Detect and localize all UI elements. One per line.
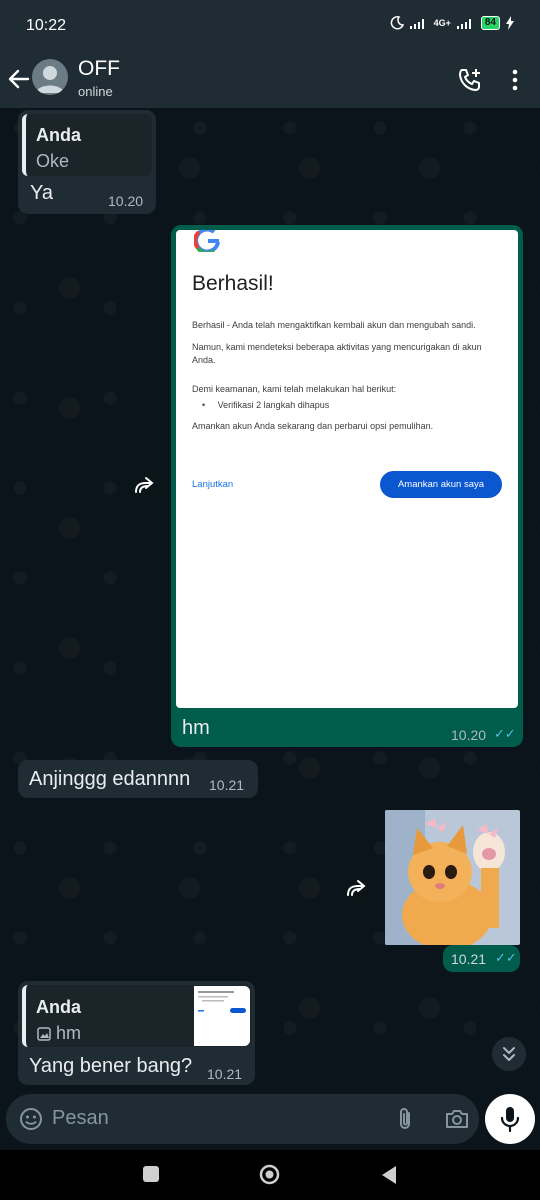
time-badge: 10.21 ✓✓	[443, 945, 520, 972]
screenshot-image[interactable]: Berhasil! Berhasil - Anda telah mengakti…	[176, 230, 518, 708]
moon-icon	[390, 16, 404, 30]
quoted-thumbnail	[194, 986, 250, 1046]
quote-author: Anda	[36, 997, 81, 1017]
home-icon[interactable]	[259, 1164, 280, 1185]
forward-icon	[347, 880, 366, 896]
secure-account-button: Amankan akun saya	[380, 471, 502, 498]
message-bubble-incoming[interactable]: Anda Oke Ya 10.20	[18, 110, 156, 214]
charging-icon	[506, 16, 514, 30]
system-nav-bar	[0, 1150, 540, 1200]
message-bubble-incoming[interactable]: Anjinggg edannnn 10.21	[18, 760, 258, 798]
read-ticks-icon: ✓✓	[494, 726, 516, 741]
screenshot-paragraph: Amankan akun Anda sekarang dan perbarui …	[192, 421, 434, 431]
status-icons: 4G+ 84	[390, 16, 514, 30]
message-text: Yang bener bang?	[29, 1055, 193, 1077]
signal2-icon	[456, 19, 471, 29]
message-time: 10.20	[451, 727, 487, 743]
thumbnail-image	[194, 986, 250, 1046]
add-call-icon[interactable]	[456, 66, 484, 94]
camera-icon[interactable]	[444, 1106, 470, 1132]
avatar[interactable]	[32, 59, 68, 95]
paperclip-icon[interactable]	[394, 1106, 418, 1132]
screenshot-bullet: • Verifikasi 2 langkah dihapus	[202, 399, 514, 412]
recents-button[interactable]	[143, 1166, 159, 1182]
screenshot-title: Berhasil!	[192, 272, 274, 295]
quote-text: Oke	[36, 151, 70, 171]
continue-link: Lanjutkan	[192, 479, 234, 490]
contact-name[interactable]: OFF	[78, 57, 120, 81]
forward-button[interactable]	[340, 873, 374, 907]
more-vert-icon[interactable]	[506, 66, 524, 94]
bullet-text: Verifikasi 2 langkah dihapus	[217, 400, 330, 410]
quoted-message[interactable]: Anda Oke	[22, 114, 152, 176]
screenshot-paragraph: Namun, kami mendeteksi beberapa aktivita…	[192, 342, 482, 365]
forward-icon	[135, 477, 154, 493]
message-caption: hm	[182, 717, 210, 739]
quote-text: hm	[56, 1023, 82, 1043]
message-time: 10.20	[108, 193, 144, 209]
battery-icon: 84	[480, 16, 500, 30]
network-type: 4G+	[433, 18, 451, 28]
nav-back-icon[interactable]	[380, 1165, 397, 1185]
forward-button[interactable]	[128, 470, 162, 504]
screenshot-paragraph: Berhasil - Anda telah mengaktifkan kemba…	[192, 320, 476, 330]
default-avatar-icon	[36, 66, 64, 93]
mic-icon	[500, 1107, 520, 1133]
google-logo-icon	[194, 230, 220, 252]
scroll-to-bottom-button[interactable]	[492, 1037, 526, 1071]
contact-status: online	[78, 84, 113, 99]
message-time: 10.21	[207, 1066, 243, 1082]
message-text: Ya	[30, 182, 53, 204]
kitten-image	[385, 810, 520, 945]
read-ticks-icon: ✓✓	[495, 950, 517, 965]
status-time: 10:22	[26, 17, 67, 34]
double-chevron-down-icon	[503, 1047, 515, 1061]
message-text: Anjinggg edannnn	[29, 768, 191, 790]
message-input[interactable]: Pesan	[52, 1107, 109, 1130]
signal-icon	[409, 19, 424, 29]
message-time: 10.21	[209, 777, 245, 793]
chat-header: OFF online	[0, 52, 540, 108]
quote-author: Anda	[36, 125, 81, 145]
sticker-icon[interactable]	[18, 1106, 44, 1132]
message-composer[interactable]: Pesan	[6, 1094, 479, 1144]
mic-button[interactable]	[485, 1094, 535, 1144]
screenshot-paragraph: Demi keamanan, kami telah melakukan hal …	[192, 384, 397, 394]
photo-icon	[37, 1027, 51, 1041]
message-time: 10.21	[451, 951, 487, 967]
status-bar: 10:22 4G+ 84	[0, 0, 540, 52]
bullet-dot: •	[202, 400, 218, 410]
kitten-photo[interactable]	[385, 810, 520, 945]
arrow-left-icon[interactable]	[6, 64, 32, 94]
